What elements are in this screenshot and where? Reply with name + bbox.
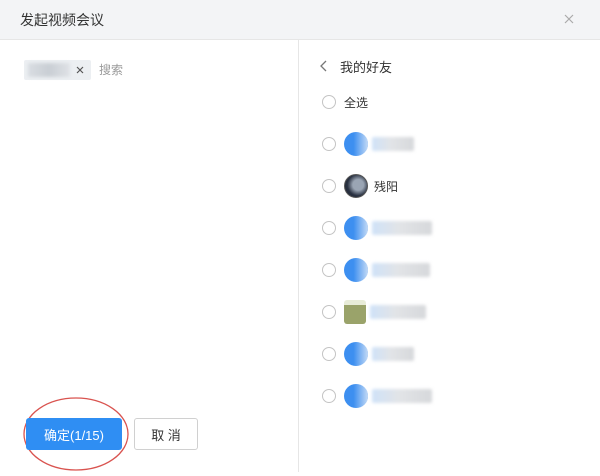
blurred-name bbox=[372, 347, 414, 361]
friend-radio[interactable] bbox=[322, 263, 336, 277]
dialog-title: 发起视频会议 bbox=[20, 12, 104, 28]
friend-radio[interactable] bbox=[322, 137, 336, 151]
search-input[interactable] bbox=[97, 62, 221, 78]
friend-row[interactable] bbox=[322, 130, 414, 158]
selected-participant-chip bbox=[24, 60, 91, 80]
friend-row[interactable] bbox=[322, 382, 432, 410]
friend-radio[interactable] bbox=[322, 221, 336, 235]
chevron-left-icon[interactable] bbox=[320, 59, 332, 73]
avatar bbox=[344, 342, 368, 366]
avatar bbox=[344, 300, 366, 324]
blurred-name bbox=[372, 263, 430, 277]
select-all-row[interactable]: 全选 bbox=[322, 88, 368, 116]
friends-header-title: 我的好友 bbox=[340, 59, 393, 75]
selected-participants-pane: 确定(1/15) 取 消 bbox=[0, 40, 299, 472]
friend-row[interactable] bbox=[322, 298, 426, 326]
friend-radio[interactable] bbox=[322, 347, 336, 361]
blurred-name bbox=[372, 221, 432, 235]
friends-header: 我的好友 bbox=[320, 56, 392, 76]
blurred-name bbox=[372, 389, 432, 403]
avatar bbox=[344, 174, 368, 198]
friend-row[interactable] bbox=[322, 340, 414, 368]
friend-row[interactable] bbox=[322, 214, 432, 242]
avatar bbox=[344, 384, 368, 408]
friend-row[interactable] bbox=[322, 256, 430, 284]
blurred-name bbox=[28, 63, 70, 77]
avatar bbox=[344, 132, 368, 156]
avatar bbox=[344, 216, 368, 240]
friend-radio[interactable] bbox=[322, 305, 336, 319]
friend-name: 残阳 bbox=[374, 179, 399, 194]
dialog-titlebar: 发起视频会议 bbox=[0, 0, 600, 40]
avatar bbox=[344, 258, 368, 282]
friends-pane: 我的好友 全选 残阳 bbox=[300, 40, 600, 472]
friend-row[interactable]: 残阳 bbox=[322, 172, 398, 200]
confirm-button[interactable]: 确定(1/15) bbox=[26, 418, 122, 450]
selected-row bbox=[24, 60, 221, 80]
cancel-button[interactable]: 取 消 bbox=[134, 418, 198, 450]
select-all-label: 全选 bbox=[344, 95, 369, 110]
select-all-radio[interactable] bbox=[322, 95, 336, 109]
blurred-name bbox=[372, 137, 414, 151]
blurred-name bbox=[370, 305, 426, 319]
close-icon[interactable] bbox=[558, 8, 580, 30]
friend-radio[interactable] bbox=[322, 389, 336, 403]
close-x-icon[interactable] bbox=[74, 64, 86, 76]
friend-radio[interactable] bbox=[322, 179, 336, 193]
